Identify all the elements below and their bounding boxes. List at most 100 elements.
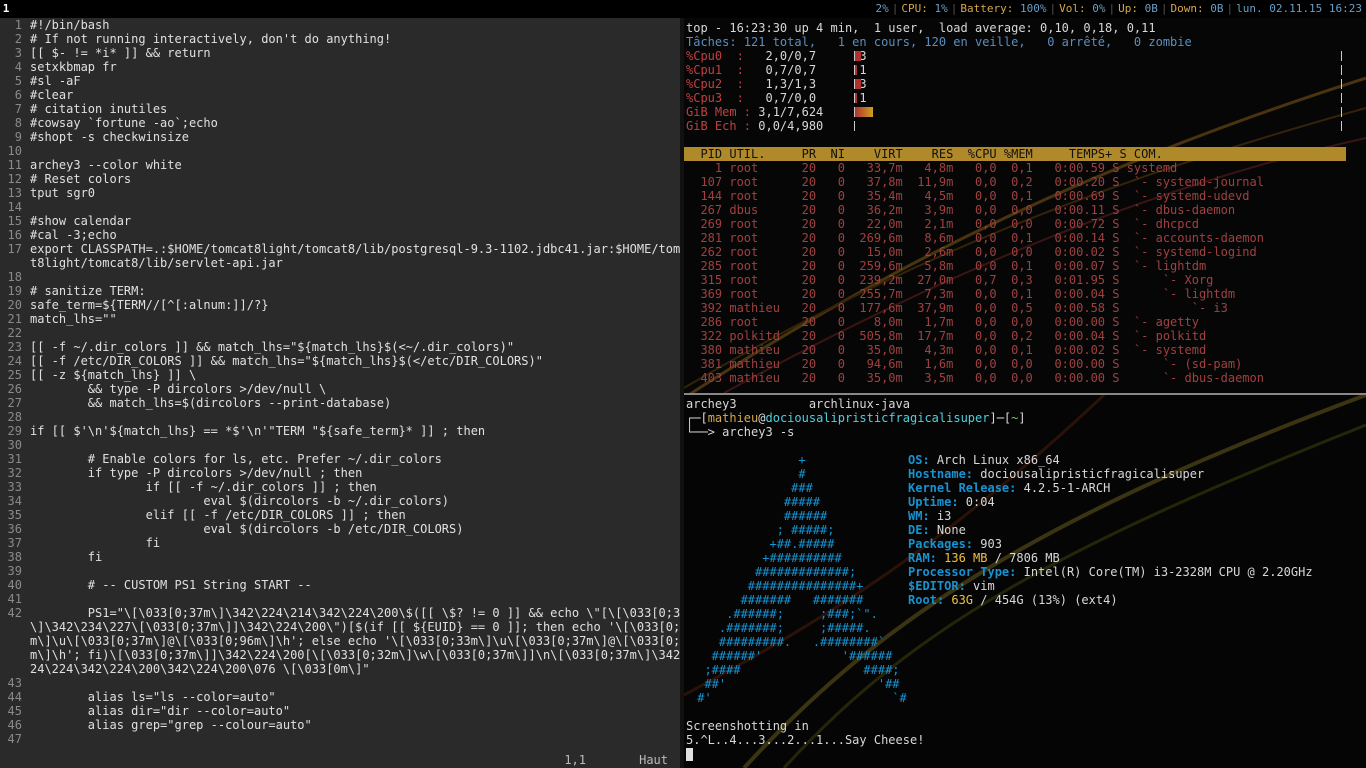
status-label: Vol: — [1059, 2, 1093, 15]
vim-line[interactable]: 7 # citation inutiles — [0, 102, 680, 116]
mem-bar — [854, 107, 1342, 117]
process-row[interactable]: 262 root 20 0 15,0m 2,6m 0,0 0,0 0:00.02… — [684, 245, 1366, 259]
vim-line[interactable]: m\]\u\[\033[0;37m\]@\[\033[0;96m\]\h'; e… — [0, 634, 680, 648]
vim-line[interactable]: 5 #sl -aF — [0, 74, 680, 88]
cpu-row: %Cpu1 : 0,7/0,7 1 — [684, 63, 1366, 77]
cpu-value: 0,7/0,0 — [765, 91, 817, 105]
vim-line[interactable]: 9 #shopt -s checkwinsize — [0, 130, 680, 144]
vim-line[interactable]: 21 match_lhs="" — [0, 312, 680, 326]
process-row[interactable]: 269 root 20 0 22,0m 2,1m 0,0 0,0 0:00.72… — [684, 217, 1366, 231]
cpu-label: %Cpu3 : — [686, 91, 766, 105]
vim-line[interactable]: 37 fi — [0, 536, 680, 550]
vim-line[interactable]: 13 tput sgr0 — [0, 186, 680, 200]
line-number: 25 — [7, 368, 22, 382]
info-value: 0:04 — [965, 495, 995, 509]
logo-line: #' `# — [690, 691, 907, 705]
vim-line[interactable]: 17 export CLASSPATH=.:$HOME/tomcat8light/… — [0, 242, 680, 256]
vim-line[interactable]: 19 # sanitize TERM: — [0, 284, 680, 298]
code-text: alias ls="ls --color=auto" — [30, 690, 276, 704]
vim-line[interactable]: 6 #clear — [0, 88, 680, 102]
vim-line[interactable]: 34 eval $(dircolors -b ~/.dir_colors) — [0, 494, 680, 508]
vim-line[interactable]: 41 — [0, 592, 680, 606]
line-number: 34 — [7, 494, 22, 508]
vim-line[interactable]: 35 elif [[ -f /etc/DIR_COLORS ]] ; then — [0, 508, 680, 522]
vim-line[interactable]: 47 — [0, 732, 680, 746]
code-text: setxkbmap fr — [30, 60, 117, 74]
process-row[interactable]: 380 mathieu 20 0 35,0m 4,3m 0,0 0,1 0:00… — [684, 343, 1366, 357]
process-row[interactable]: 381 mathieu 20 0 94,6m 1,6m 0,0 0,0 0:00… — [684, 357, 1366, 371]
vim-line[interactable]: \]\342\234\227\[\033[0;37m\]]\342\224\20… — [0, 620, 680, 634]
info-highlight: 136 MB — [944, 551, 988, 565]
vim-line[interactable]: 20 safe_term=${TERM//[^[:alnum:]]/?} — [0, 298, 680, 312]
info-value: / 454G (13%) (ext4) — [973, 593, 1118, 607]
process-row[interactable]: 315 root 20 0 239,2m 27,0m 0,7 0,3 0:01.… — [684, 273, 1366, 287]
vim-line[interactable]: 33 if [[ -f ~/.dir_colors ]] ; then — [0, 480, 680, 494]
vim-line[interactable]: t8light/tomcat8/lib/servlet-api.jar — [0, 256, 680, 270]
vim-line[interactable]: 22 — [0, 326, 680, 340]
vim-line[interactable]: 30 — [0, 438, 680, 452]
vim-line[interactable]: 3 [[ $- != *i* ]] && return — [0, 46, 680, 60]
archey-terminal-pane[interactable]: archey3 archlinux-java ┌─[mathieu@dociou… — [684, 395, 1366, 768]
status-separator: | — [1049, 2, 1057, 15]
vim-line[interactable]: 23 [[ -f ~/.dir_colors ]] && match_lhs="$… — [0, 340, 680, 354]
vim-line[interactable]: 24 [[ -f /etc/DIR_COLORS ]] && match_lhs=… — [0, 354, 680, 368]
line-number: 46 — [7, 718, 22, 732]
vim-line[interactable]: 11 archey3 --color white — [0, 158, 680, 172]
terminal-cursor-line[interactable] — [684, 747, 1366, 761]
vim-line[interactable]: 25 [[ -z ${match_lhs} ]] \ — [0, 368, 680, 382]
line-number: 16 — [7, 228, 22, 242]
vim-line[interactable]: 8 #cowsay `fortune -ao`;echo — [0, 116, 680, 130]
vim-editor-pane[interactable]: 1 #!/bin/bash 2 # If not running interactiv… — [0, 18, 680, 768]
vim-line[interactable]: 2 # If not running interactively, don't d… — [0, 32, 680, 46]
vim-line[interactable]: 42 PS1="\[\033[0;37m\]\342\224\214\342\2… — [0, 606, 680, 620]
line-number: 36 — [7, 522, 22, 536]
vim-line[interactable]: 39 — [0, 564, 680, 578]
process-row[interactable]: 322 polkitd 20 0 505,8m 17,7m 0,0 0,2 0:… — [684, 329, 1366, 343]
process-row[interactable]: 267 dbus 20 0 36,2m 3,9m 0,0 0,0 0:00.11… — [684, 203, 1366, 217]
vim-line[interactable]: 36 eval $(dircolors -b /etc/DIR_COLORS) — [0, 522, 680, 536]
top-terminal-pane[interactable]: top - 16:23:30 up 4 min, 1 user, load av… — [684, 18, 1366, 393]
logo-line: ; #####; — [690, 523, 835, 537]
vim-line[interactable]: 18 — [0, 270, 680, 284]
vim-line[interactable]: 28 — [0, 410, 680, 424]
vim-line[interactable]: 29 if [[ $'\n'${match_lhs} == *$'\n'"TERM… — [0, 424, 680, 438]
mem-label: GiB Mem : — [686, 105, 759, 119]
process-row[interactable]: 392 mathieu 20 0 177,6m 37,9m 0,0 0,5 0:… — [684, 301, 1366, 315]
info-row: RAM: 136 MB / 7806 MB — [908, 551, 1313, 565]
process-row[interactable]: 285 root 20 0 259,6m 5,8m 0,0 0,1 0:00.0… — [684, 259, 1366, 273]
logo-line: + — [690, 453, 806, 467]
vim-line[interactable]: 38 fi — [0, 550, 680, 564]
vim-line[interactable]: 24\224\342\224\200\342\224\200\076 \[\03… — [0, 662, 680, 676]
vim-line[interactable]: 16 #cal -3;echo — [0, 228, 680, 242]
vim-line[interactable]: 15 #show calendar — [0, 214, 680, 228]
process-row[interactable]: 107 root 20 0 37,8m 11,9m 0,0 0,2 0:00.2… — [684, 175, 1366, 189]
vim-line[interactable]: 40 # -- CUSTOM PS1 String START -- — [0, 578, 680, 592]
vim-line[interactable]: 32 if type -P dircolors >/dev/null ; the… — [0, 466, 680, 480]
workspace-button[interactable]: 1 — [0, 0, 12, 17]
process-row[interactable]: 403 mathieu 20 0 35,0m 3,5m 0,0 0,0 0:00… — [684, 371, 1366, 385]
info-row: Hostname: dociousalipristicfragicalisupe… — [908, 467, 1313, 481]
vim-line[interactable]: 46 alias grep="grep --colour=auto" — [0, 718, 680, 732]
process-row[interactable]: 1 root 20 0 33,7m 4,8m 0,0 0,1 0:00.59 S… — [684, 161, 1366, 175]
vim-buffer[interactable]: 1 #!/bin/bash 2 # If not running interactiv… — [0, 18, 680, 746]
vim-line[interactable]: 14 — [0, 200, 680, 214]
prompt-dir: ~ — [1011, 411, 1019, 425]
vim-line[interactable]: 45 alias dir="dir --color=auto" — [0, 704, 680, 718]
vim-line[interactable]: 44 alias ls="ls --color=auto" — [0, 690, 680, 704]
vim-line[interactable]: 31 # Enable colors for ls, etc. Prefer ~… — [0, 452, 680, 466]
vim-line[interactable]: 1 #!/bin/bash — [0, 18, 680, 32]
process-row[interactable]: 369 root 20 0 255,7m 7,3m 0,0 0,1 0:00.0… — [684, 287, 1366, 301]
vim-line[interactable]: 27 && match_lhs=$(dircolors --print-data… — [0, 396, 680, 410]
vim-line[interactable]: 4 setxkbmap fr — [0, 60, 680, 74]
vim-line[interactable]: 26 && type -P dircolors >/dev/null \ — [0, 382, 680, 396]
status-separator: | — [1108, 2, 1116, 15]
vim-line[interactable]: m\]\h'; fi)\[\033[0;37m\]]\342\224\200[\… — [0, 648, 680, 662]
vim-line[interactable]: 43 — [0, 676, 680, 690]
process-row[interactable]: 144 root 20 0 35,4m 4,5m 0,0 0,1 0:00.69… — [684, 189, 1366, 203]
process-row[interactable]: 286 root 20 0 8,0m 1,7m 0,0 0,0 0:00.00 … — [684, 315, 1366, 329]
shell-command-line: └──> archey3 -s — [686, 425, 795, 439]
vim-line[interactable]: 12 # Reset colors — [0, 172, 680, 186]
process-row[interactable]: 281 root 20 0 269,6m 8,6m 0,0 0,1 0:00.1… — [684, 231, 1366, 245]
vim-line[interactable]: 10 — [0, 144, 680, 158]
prompt-host: dociousalipristicfragicalisuper — [765, 411, 990, 425]
